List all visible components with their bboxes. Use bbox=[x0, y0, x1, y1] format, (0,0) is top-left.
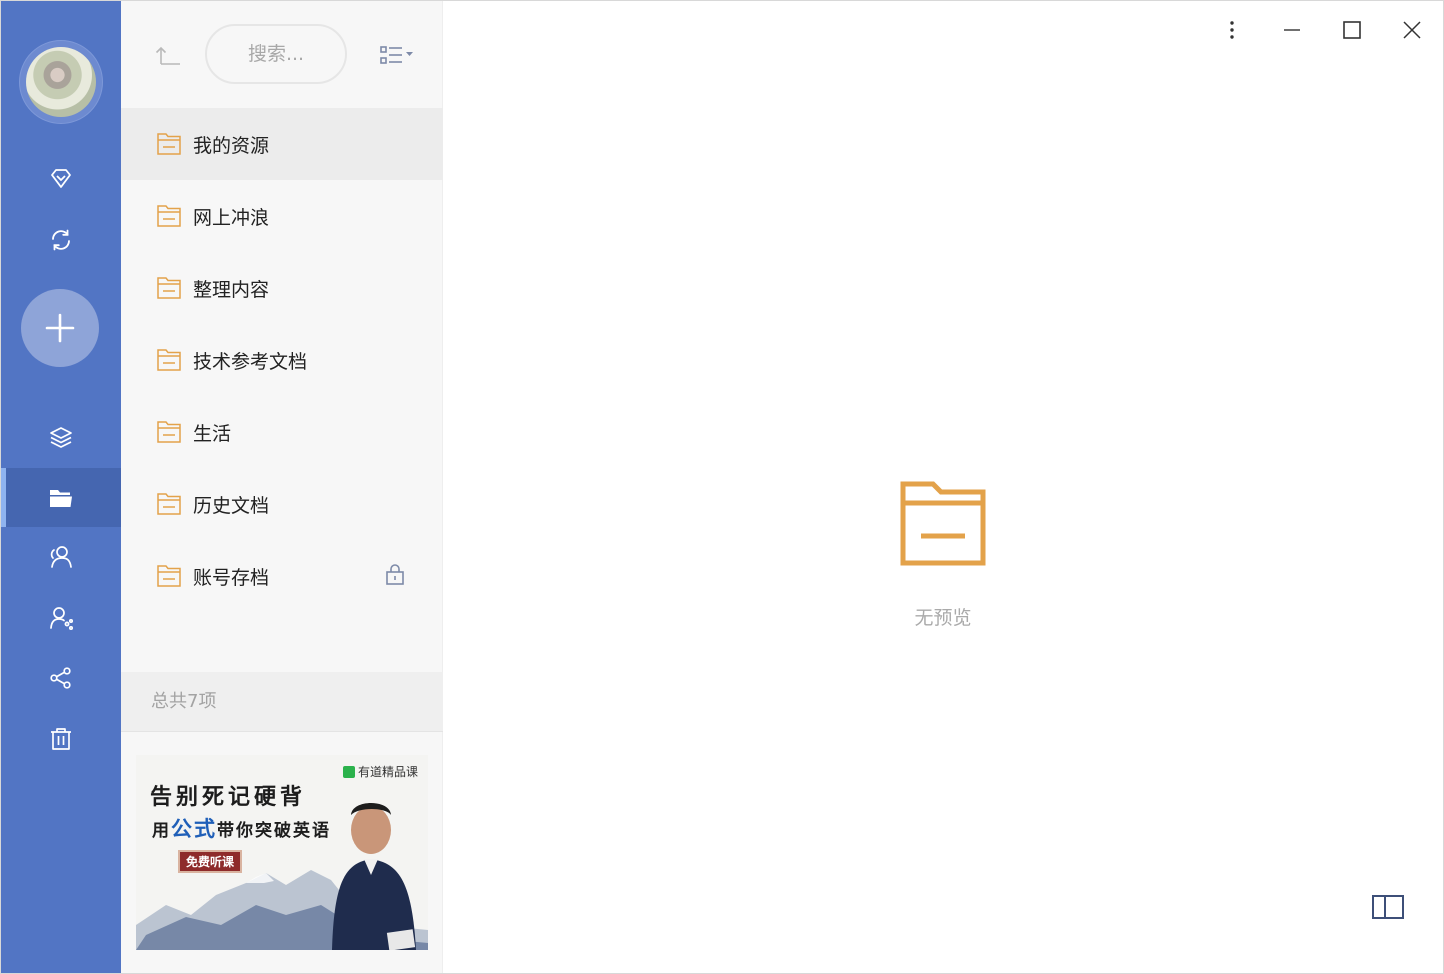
no-preview-text: 无预览 bbox=[914, 607, 972, 629]
folder-item[interactable]: 生活 bbox=[121, 396, 443, 468]
ad-brand-text: 有道精品课 bbox=[357, 765, 418, 779]
contacts-button[interactable] bbox=[0, 532, 121, 582]
folder-icon bbox=[900, 481, 986, 566]
panel-toolbar: 搜索... bbox=[121, 0, 443, 108]
folder-list: 我的资源网上冲浪整理内容技术参考文档 生活历史文档账号存档 bbox=[121, 108, 443, 612]
folder-icon bbox=[157, 349, 181, 371]
youdao-logo-icon bbox=[342, 765, 355, 778]
share-icon bbox=[49, 667, 71, 689]
trash-icon bbox=[50, 728, 71, 750]
folder-name: 账号存档 bbox=[193, 566, 270, 589]
folder-item[interactable]: 整理内容 bbox=[121, 252, 443, 324]
folder-item[interactable]: 账号存档 bbox=[121, 540, 443, 612]
split-view-icon[interactable] bbox=[1371, 893, 1405, 921]
ad-headline: 告别死记硬背 bbox=[150, 784, 307, 810]
folders-button[interactable] bbox=[0, 468, 121, 527]
ad-brand: 有道精品课 bbox=[342, 763, 418, 780]
folder-name: 我的资源 bbox=[193, 134, 270, 157]
ad-free-tag[interactable]: 免费听课 bbox=[178, 850, 243, 873]
folder-name: 技术参考文档 bbox=[193, 350, 308, 373]
folder-item[interactable]: 我的资源 bbox=[121, 108, 443, 180]
folder-icon bbox=[157, 205, 181, 227]
lock-icon bbox=[386, 564, 404, 585]
folder-icon bbox=[157, 493, 181, 515]
folder-item[interactable]: 历史文档 bbox=[121, 468, 443, 540]
folder-panel: 搜索... 我的资源 网上冲浪 整理内容 技术参考文档 生活 历史文档 账号存档 总共7项 … bbox=[121, 0, 443, 974]
minimize-icon bbox=[1284, 29, 1300, 31]
layers-icon bbox=[49, 427, 72, 448]
more-menu-button[interactable] bbox=[1216, 14, 1248, 46]
folder-open-icon bbox=[49, 489, 72, 507]
sync-icon bbox=[51, 229, 70, 251]
folder-name: 历史文档 bbox=[193, 494, 270, 517]
folder-name: 整理内容 bbox=[193, 278, 270, 301]
vip-button[interactable] bbox=[0, 154, 121, 204]
maximize-icon bbox=[1343, 21, 1361, 39]
folder-icon bbox=[157, 421, 181, 443]
group-icon bbox=[49, 607, 73, 631]
sync-button[interactable] bbox=[0, 215, 121, 265]
list-view-icon[interactable] bbox=[379, 40, 421, 70]
avatar[interactable] bbox=[19, 40, 103, 124]
folder-icon bbox=[157, 277, 181, 299]
minimize-button[interactable] bbox=[1276, 14, 1308, 46]
plus-icon bbox=[45, 313, 75, 343]
folder-icon bbox=[157, 133, 181, 155]
close-button[interactable] bbox=[1396, 14, 1428, 46]
trash-button[interactable] bbox=[0, 714, 121, 764]
ad-subheadline: 用公式带你突破英语 bbox=[152, 816, 331, 841]
person-icon bbox=[50, 546, 72, 568]
search-input[interactable]: 搜索... bbox=[205, 24, 347, 84]
group-button[interactable] bbox=[0, 593, 121, 643]
folder-item[interactable]: 网上冲浪 bbox=[121, 180, 443, 252]
folder-name: 网上冲浪 bbox=[193, 206, 270, 229]
folder-icon bbox=[157, 565, 181, 587]
avatar-image bbox=[26, 47, 96, 117]
layers-button[interactable] bbox=[0, 412, 121, 462]
close-icon bbox=[1403, 21, 1421, 39]
item-count: 总共7项 bbox=[121, 672, 443, 732]
folder-name: 生活 bbox=[193, 422, 232, 445]
diamond-icon bbox=[50, 169, 71, 188]
share-button[interactable] bbox=[0, 653, 121, 703]
add-button[interactable] bbox=[21, 289, 99, 367]
more-vertical-icon bbox=[1230, 21, 1234, 39]
ad-banner[interactable]: 有道精品课 告别死记硬背 用公式带你突破英语 免费听课 bbox=[136, 755, 428, 950]
nav-rail bbox=[0, 0, 121, 974]
folder-item[interactable]: 技术参考文档 bbox=[121, 324, 443, 396]
maximize-button[interactable] bbox=[1336, 14, 1368, 46]
up-level-icon[interactable] bbox=[153, 40, 183, 70]
